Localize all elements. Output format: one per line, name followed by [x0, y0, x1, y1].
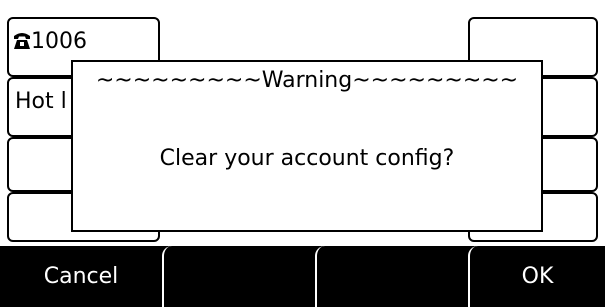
dialog-message: Clear your account config? [159, 146, 455, 171]
cancel-softkey[interactable]: Cancel [0, 246, 162, 307]
softkey-bar: Cancel OK [0, 246, 605, 307]
line-key-2-label: Hot l [15, 89, 67, 114]
ok-softkey[interactable]: OK [468, 246, 605, 307]
dialog-title: ~~~~~~~~~Warning~~~~~~~~~ [95, 68, 519, 93]
phone-screen: 1006 Hot l 1006 ~~~~~~~~~Warning~~~~~~~~… [0, 0, 605, 307]
phone-icon [14, 33, 30, 49]
softkey-2[interactable] [162, 246, 315, 307]
softkey-3[interactable] [315, 246, 468, 307]
line-key-1-label: 1006 [31, 29, 87, 54]
warning-dialog: ~~~~~~~~~Warning~~~~~~~~~ Clear your acc… [71, 60, 543, 232]
